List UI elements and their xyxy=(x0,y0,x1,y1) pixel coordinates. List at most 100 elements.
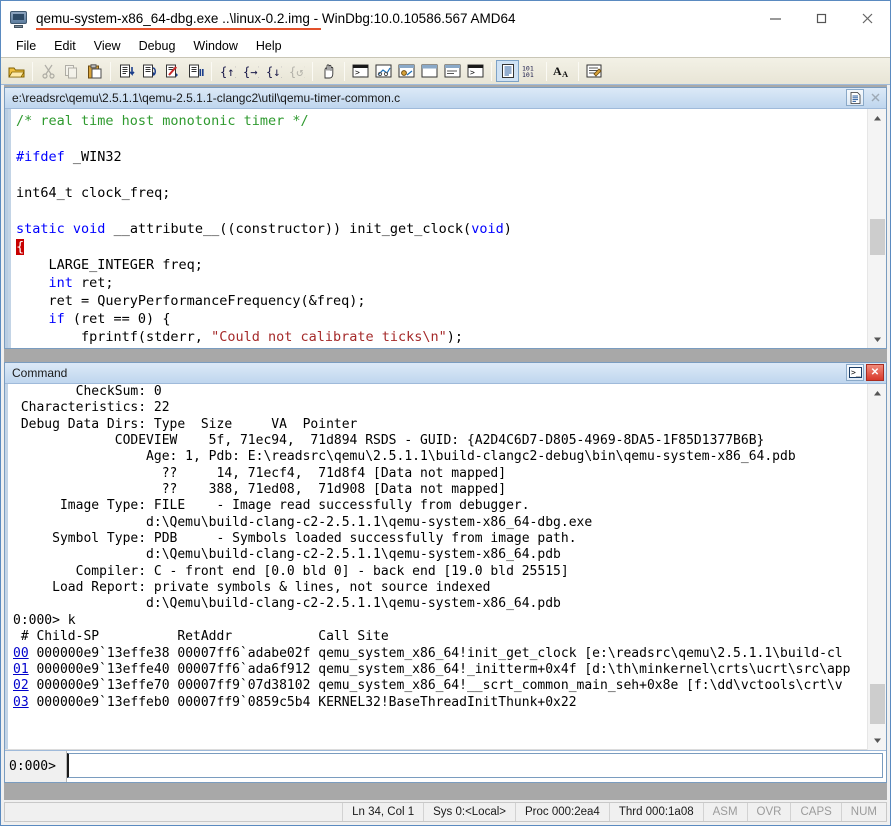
command-scrollbar-thumb[interactable] xyxy=(870,684,885,724)
command-input[interactable] xyxy=(67,753,883,778)
window-controls xyxy=(752,1,890,35)
source-vertical-scrollbar[interactable] xyxy=(867,109,886,348)
command-output-line: d:\Qemu\build-clang-c2-2.5.1.1\qemu-syst… xyxy=(13,547,561,563)
restore-document-icon[interactable] xyxy=(846,89,864,106)
step-over-source-icon[interactable] xyxy=(138,60,161,82)
close-icon[interactable]: ✕ xyxy=(866,364,884,381)
source-line: if (ret == 0) { xyxy=(48,311,171,327)
svg-text:>_: >_ xyxy=(851,368,861,377)
command-window-title: Command xyxy=(12,366,68,380)
paste-icon[interactable] xyxy=(83,60,106,82)
minimize-button[interactable] xyxy=(752,1,798,35)
source-window-icon[interactable] xyxy=(496,60,519,82)
command-output-line: 00 000000e9`13effe38 00007ff6`adabe02f q… xyxy=(13,645,843,661)
menu-debug[interactable]: Debug xyxy=(130,37,185,56)
scroll-up-icon[interactable] xyxy=(868,109,886,127)
callstack-window-icon[interactable]: >_ xyxy=(464,60,487,82)
stack-frame-link[interactable]: 00 xyxy=(13,646,29,661)
command-output-line: CODEVIEW 5f, 71ec94, 71d894 RSDS - GUID:… xyxy=(13,433,765,449)
svg-text:101: 101 xyxy=(522,71,534,78)
status-system: Sys 0:<Local> xyxy=(423,803,515,821)
command-window-icon[interactable]: >_ xyxy=(349,60,372,82)
title-underline-annotation xyxy=(36,28,321,30)
source-window-title: e:\readsrc\qemu\2.5.1.1\qemu-2.5.1.1-cla… xyxy=(12,91,401,105)
menu-view[interactable]: View xyxy=(85,37,130,56)
command-window-body: CheckSum: 0 Characteristics: 22 Debug Da… xyxy=(5,384,886,782)
stop-debugging-hand-icon[interactable] xyxy=(317,60,340,82)
source-line: #ifdef _WIN32 xyxy=(16,149,122,165)
source-line: int ret; xyxy=(48,275,114,291)
toolbar: {↑} {→} {↓} {↺} xyxy=(1,57,890,85)
status-caps: CAPS xyxy=(790,803,840,821)
maximize-button[interactable] xyxy=(798,1,844,35)
command-output-view[interactable]: CheckSum: 0 Characteristics: 22 Debug Da… xyxy=(5,384,867,749)
menu-window[interactable]: Window xyxy=(184,37,246,56)
svg-text:{→}: {→} xyxy=(243,65,259,79)
command-output-line: ?? 388, 71ed08, 71d908 [Data not mapped] xyxy=(13,482,507,498)
source-window-buttons xyxy=(846,89,884,106)
source-window-titlebar[interactable]: e:\readsrc\qemu\2.5.1.1\qemu-2.5.1.1-cla… xyxy=(5,88,886,109)
menu-edit[interactable]: Edit xyxy=(45,37,85,56)
toolbar-separator xyxy=(546,61,547,81)
close-icon[interactable] xyxy=(866,89,884,106)
font-icon[interactable]: A A xyxy=(551,60,574,82)
command-output-line: Symbol Type: PDB - Symbols loaded succes… xyxy=(13,531,577,547)
stack-frame-link[interactable]: 01 xyxy=(13,662,29,677)
scroll-down-icon[interactable] xyxy=(868,731,886,749)
toolbar-separator xyxy=(344,61,345,81)
command-window: Command >_ ✕ CheckSum: 0 Characteristics… xyxy=(4,362,887,783)
source-line: static void __attribute__((constructor))… xyxy=(16,221,512,237)
step-over-icon[interactable]: {→} xyxy=(239,60,262,82)
source-line: fprintf(stderr, "Could not calibrate tic… xyxy=(16,329,464,345)
locals-window-icon[interactable] xyxy=(395,60,418,82)
source-code-view[interactable]: /* real time host monotonic timer */ #if… xyxy=(5,109,867,348)
copy-icon[interactable] xyxy=(60,60,83,82)
windbg-window: qemu-system-x86_64-dbg.exe ..\linux-0.2.… xyxy=(0,0,891,826)
open-folder-icon[interactable] xyxy=(5,60,28,82)
step-into-icon[interactable]: {↑} xyxy=(216,60,239,82)
step-into-source-icon[interactable] xyxy=(115,60,138,82)
command-output-line: 02 000000e9`13effe70 00007ff9`07d38102 q… xyxy=(13,678,843,694)
status-asm: ASM xyxy=(702,803,747,821)
cut-icon[interactable] xyxy=(37,60,60,82)
source-line: /* real time host monotonic timer */ xyxy=(16,113,309,129)
source-line xyxy=(8,130,867,148)
menu-help[interactable]: Help xyxy=(247,37,291,56)
source-line: LARGE_INTEGER freq; xyxy=(16,257,203,273)
command-window-buttons: >_ ✕ xyxy=(846,364,884,381)
command-vertical-scrollbar[interactable] xyxy=(867,384,886,782)
toolbar-separator xyxy=(578,61,579,81)
command-output-line: Compiler: C - front end [0.0 bld 0] - ba… xyxy=(13,563,569,579)
status-ovr: OVR xyxy=(746,803,791,821)
menu-file[interactable]: File xyxy=(7,37,45,56)
close-button[interactable] xyxy=(844,1,890,35)
step-out-icon[interactable]: {↓} xyxy=(262,60,285,82)
command-output-line: # Child-SP RetAddr Call Site xyxy=(13,629,389,645)
run-to-cursor-icon[interactable] xyxy=(161,60,184,82)
command-output-line: Debug Data Dirs: Type Size VA Pointer xyxy=(13,416,358,432)
memory-window-icon[interactable] xyxy=(441,60,464,82)
window-title: qemu-system-x86_64-dbg.exe ..\linux-0.2.… xyxy=(36,10,516,26)
numbers-base-icon[interactable]: 101 101 xyxy=(519,60,542,82)
status-line-col: Ln 34, Col 1 xyxy=(342,803,423,821)
windbg-icon xyxy=(9,8,29,28)
scroll-down-icon[interactable] xyxy=(868,330,886,348)
watch-window-icon[interactable] xyxy=(372,60,395,82)
command-output-line: Characteristics: 22 xyxy=(13,400,170,416)
break-icon[interactable] xyxy=(184,60,207,82)
command-output-line: Image Type: FILE - Image read successful… xyxy=(13,498,530,514)
restart-icon[interactable]: {↺} xyxy=(285,60,308,82)
title-bar: qemu-system-x86_64-dbg.exe ..\linux-0.2.… xyxy=(1,1,890,35)
stack-frame-link[interactable]: 02 xyxy=(13,678,29,693)
svg-text:>_: >_ xyxy=(470,68,480,77)
command-window-titlebar[interactable]: Command >_ ✕ xyxy=(5,363,886,384)
command-window-icon[interactable]: >_ xyxy=(846,364,864,381)
stack-frame-link[interactable]: 03 xyxy=(13,695,29,710)
registers-window-icon[interactable] xyxy=(418,60,441,82)
command-output-line: d:\Qemu\build-clang-c2-2.5.1.1\qemu-syst… xyxy=(13,596,561,612)
source-scrollbar-thumb[interactable] xyxy=(870,219,885,255)
menu-bar: File Edit View Debug Window Help xyxy=(1,35,890,57)
scroll-up-icon[interactable] xyxy=(868,384,886,402)
notes-icon[interactable] xyxy=(583,60,606,82)
source-line: ret = QueryPerformanceFrequency(&freq); xyxy=(16,293,366,309)
